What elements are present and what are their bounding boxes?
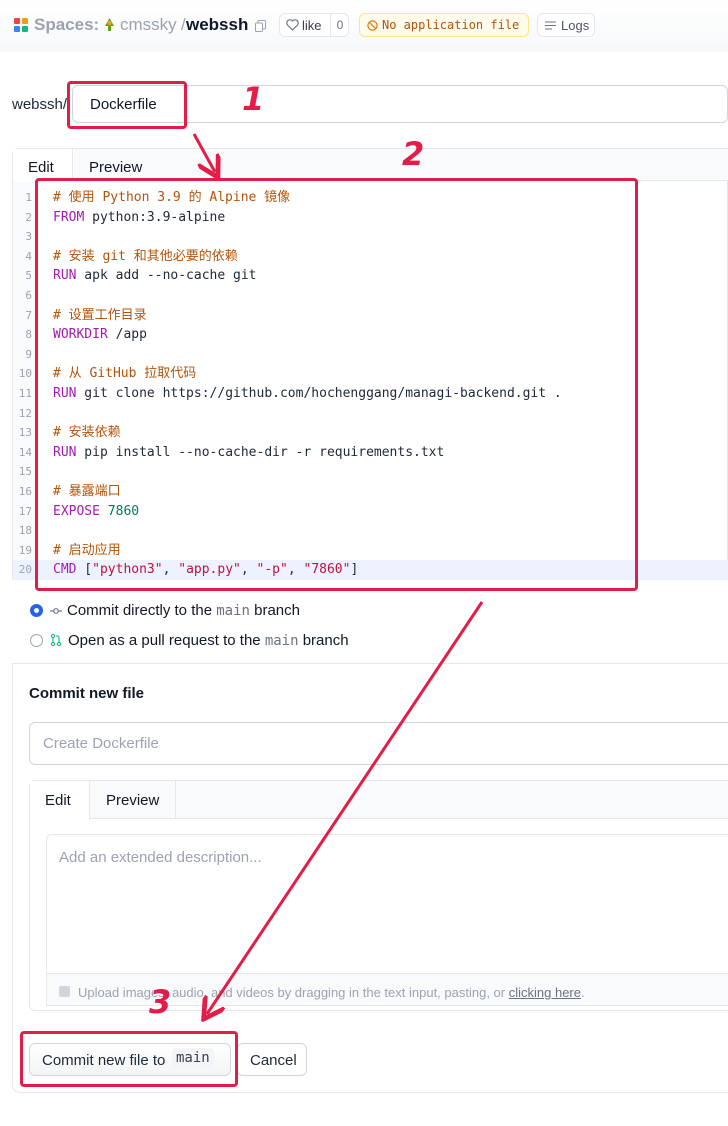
annotation-arrows xyxy=(192,133,484,1126)
arrow-to-editor xyxy=(192,133,215,172)
arrow-to-commit xyxy=(207,601,484,1014)
